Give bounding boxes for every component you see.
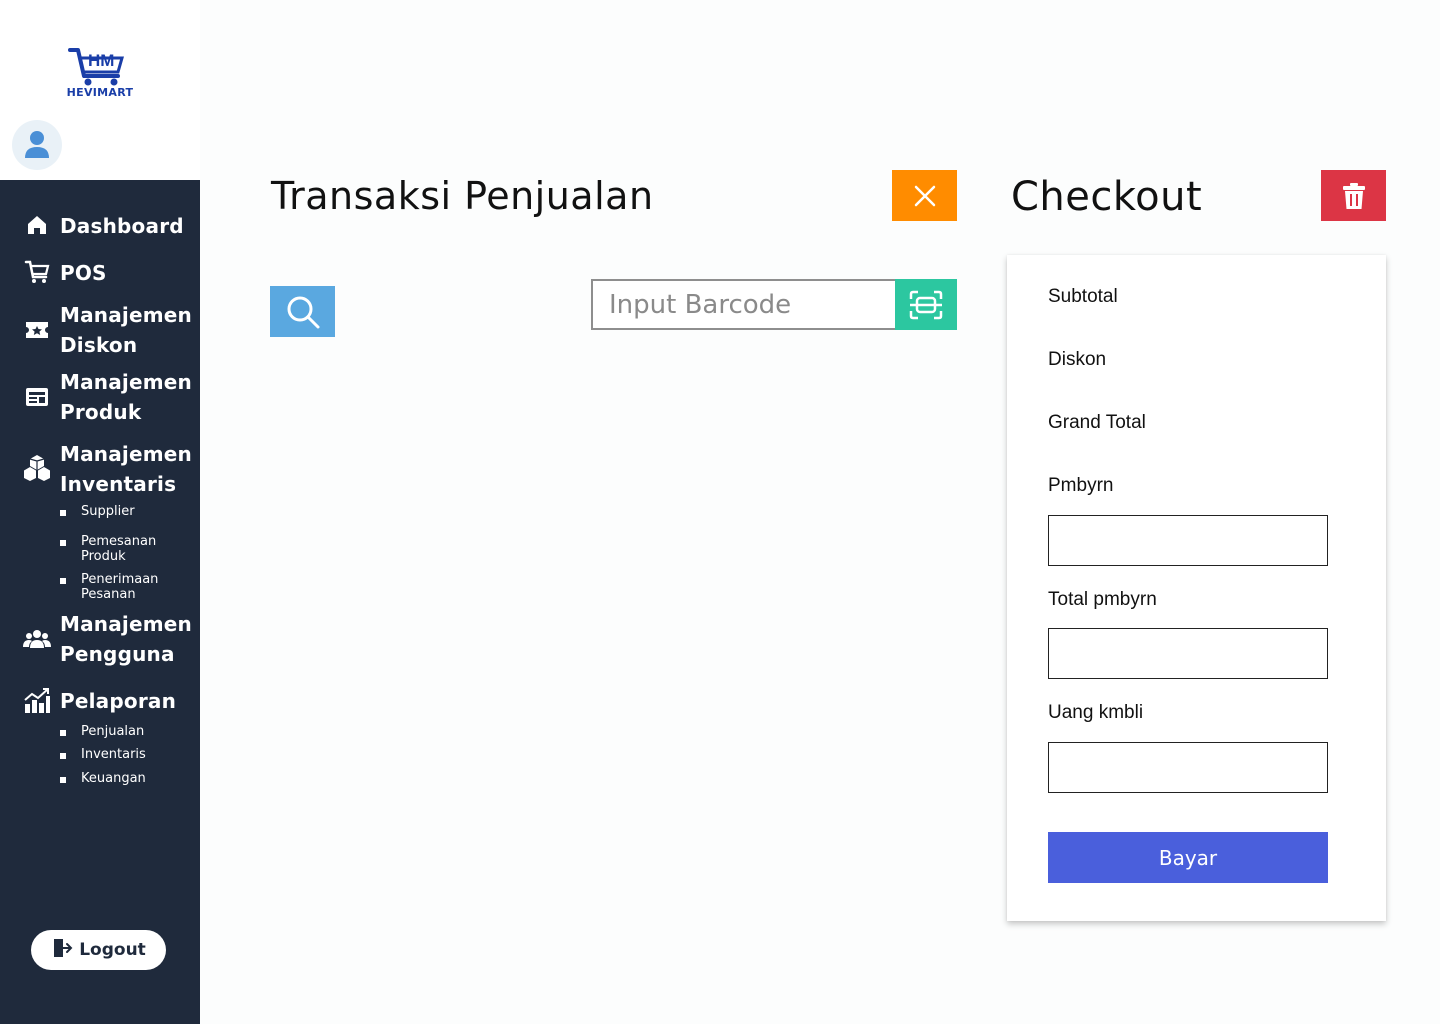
- svg-text:HM: HM: [88, 51, 114, 70]
- sidebar-item-manajemen-diskon[interactable]: Manajemen Diskon: [22, 300, 192, 360]
- change-label: Uang kmbli: [1048, 702, 1144, 723]
- close-button[interactable]: [892, 170, 957, 221]
- submenu-item-inventaris[interactable]: Inventaris: [60, 747, 190, 762]
- submenu-label: Pemesanan Produk: [81, 534, 157, 564]
- change-field[interactable]: [1048, 742, 1328, 793]
- sidebar: HM HEVIMART Dashboard POS Manajemen Disk…: [0, 0, 200, 1024]
- logout-button[interactable]: Logout: [31, 930, 166, 970]
- submenu-item-penerimaan-pesanan[interactable]: Penerimaan Pesanan: [60, 572, 190, 602]
- submenu-label: Keuangan: [81, 771, 146, 786]
- bullet-icon: [60, 510, 66, 516]
- search-button[interactable]: [270, 286, 335, 337]
- bullet-icon: [60, 730, 66, 736]
- submenu-item-penjualan[interactable]: Penjualan: [60, 724, 190, 739]
- diskon-label: Diskon: [1048, 349, 1107, 370]
- subtotal-label: Subtotal: [1048, 286, 1118, 307]
- users-icon: [22, 625, 52, 653]
- scan-icon: [909, 290, 943, 319]
- search-icon: [287, 296, 319, 328]
- pay-button[interactable]: Bayar: [1048, 832, 1328, 883]
- bullet-icon: [60, 777, 66, 783]
- chart-icon: [22, 686, 52, 714]
- cart-logo-icon: HM: [68, 48, 124, 86]
- sidebar-header: HM HEVIMART: [0, 0, 200, 180]
- trash-icon: [1342, 182, 1365, 209]
- close-icon: [914, 185, 935, 206]
- ticket-icon: [22, 316, 52, 344]
- sidebar-item-pos[interactable]: POS: [22, 258, 107, 288]
- sidebar-item-dashboard[interactable]: Dashboard: [22, 211, 184, 241]
- barcode-input[interactable]: [591, 279, 897, 330]
- sidebar-item-label: POS: [60, 261, 107, 285]
- sidebar-item-label: Dashboard: [60, 214, 184, 238]
- sidebar-item-manajemen-pengguna[interactable]: Manajemen Pengguna: [22, 609, 192, 669]
- home-icon: [22, 211, 52, 239]
- brand-name: HEVIMART: [66, 86, 134, 99]
- avatar[interactable]: [12, 120, 62, 170]
- payment-method-field[interactable]: [1048, 515, 1328, 566]
- checkout-title: Checkout: [1011, 174, 1203, 220]
- logout-label: Logout: [79, 940, 146, 960]
- bullet-icon: [60, 753, 66, 759]
- total-payment-label: Total pmbyrn: [1048, 589, 1157, 610]
- submenu-label: Inventaris: [81, 747, 146, 762]
- submenu-label: Supplier: [81, 504, 135, 519]
- logout-icon: [51, 937, 73, 963]
- submenu-label: Penerimaan Pesanan: [81, 572, 159, 602]
- sidebar-item-label: Manajemen Produk: [60, 370, 192, 424]
- sidebar-item-pelaporan[interactable]: Pelaporan: [22, 686, 176, 716]
- sidebar-item-manajemen-inventaris[interactable]: Manajemen Inventaris: [22, 439, 192, 499]
- clear-cart-button[interactable]: [1321, 170, 1386, 221]
- submenu-label: Penjualan: [81, 724, 145, 739]
- submenu-item-pemesanan-produk[interactable]: Pemesanan Produk: [60, 534, 190, 564]
- boxes-icon: [22, 453, 52, 481]
- sidebar-item-label: Manajemen Pengguna: [60, 612, 192, 666]
- total-payment-field[interactable]: [1048, 628, 1328, 679]
- user-avatar-icon: [25, 131, 49, 158]
- sidebar-item-label: Manajemen Inventaris: [60, 442, 192, 496]
- cart-icon: [22, 258, 52, 286]
- sidebar-item-label: Manajemen Diskon: [60, 303, 192, 357]
- product-card-icon: [22, 383, 52, 411]
- checkout-card: Subtotal Diskon Grand Total Pmbyrn Total…: [1007, 255, 1386, 921]
- sidebar-item-label: Pelaporan: [60, 689, 177, 713]
- submenu-item-keuangan[interactable]: Keuangan: [60, 771, 190, 786]
- grand-total-label: Grand Total: [1048, 412, 1146, 433]
- scan-barcode-button[interactable]: [895, 279, 957, 330]
- submenu-item-supplier[interactable]: Supplier: [60, 504, 190, 519]
- bullet-icon: [60, 540, 66, 546]
- bullet-icon: [60, 578, 66, 584]
- page-title: Transaksi Penjualan: [271, 174, 654, 218]
- sidebar-item-manajemen-produk[interactable]: Manajemen Produk: [22, 367, 192, 427]
- payment-method-label: Pmbyrn: [1048, 475, 1114, 496]
- hevimart-logo[interactable]: HM HEVIMART: [62, 44, 138, 102]
